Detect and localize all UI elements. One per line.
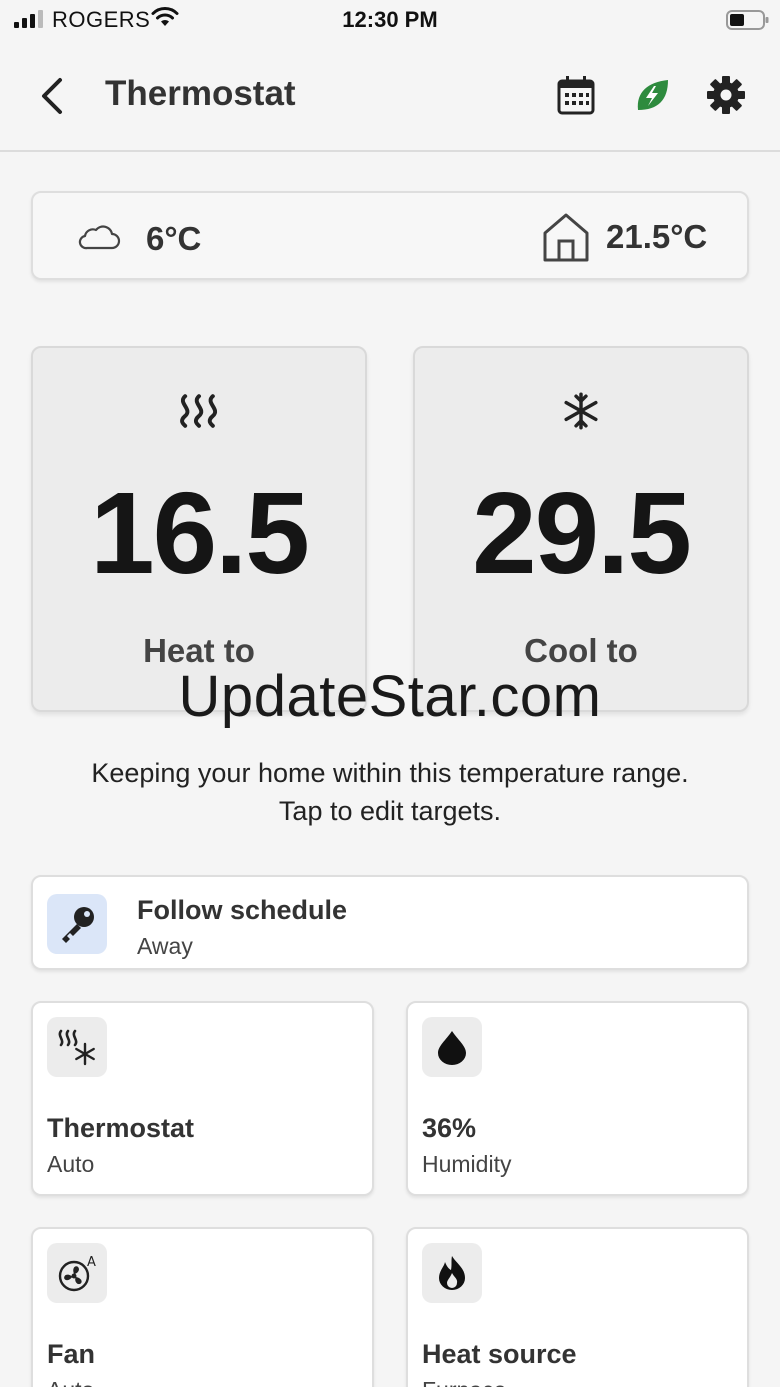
key-icon — [62, 907, 94, 943]
page-title: Thermostat — [105, 74, 296, 113]
humidity-tile[interactable]: 36% Humidity — [406, 1001, 749, 1196]
heat-source-tile[interactable]: Heat source Furnace — [406, 1227, 749, 1387]
cloud-icon — [78, 225, 121, 250]
tile-title: Fan — [47, 1339, 96, 1369]
battery-icon — [726, 10, 769, 30]
eco-leaf-icon[interactable] — [632, 74, 672, 116]
heat-setpoint-value: 16.5 — [90, 468, 310, 598]
fan-auto-icon: A — [58, 1255, 96, 1292]
range-note-line1: Keeping your home within this temperatur… — [91, 758, 689, 788]
gear-icon[interactable] — [706, 74, 746, 116]
calendar-icon[interactable] — [556, 74, 596, 116]
thermostat-mode-tile[interactable]: Thermostat Auto — [31, 1001, 374, 1196]
app-header: Thermostat — [0, 40, 780, 152]
droplet-icon — [438, 1031, 466, 1065]
tile-title: Heat source — [422, 1339, 577, 1369]
tile-subtitle: Humidity — [422, 1151, 512, 1177]
tile-subtitle: Furnace — [422, 1377, 506, 1387]
tile-title: 36% — [422, 1113, 477, 1143]
outdoor-temperature: 6°C — [146, 220, 202, 257]
heat-cool-icon — [58, 1029, 95, 1066]
schedule-title: Follow schedule — [137, 895, 348, 925]
back-chevron-icon[interactable] — [36, 74, 72, 118]
house-icon — [543, 213, 589, 262]
indoor-temperature: 21.5°C — [606, 218, 708, 255]
fan-tile[interactable]: A Fan Auto — [31, 1227, 374, 1387]
status-bar: ROGERS 12:30 PM — [0, 0, 780, 40]
snowflake-icon — [564, 392, 598, 430]
tile-subtitle: Auto — [47, 1377, 94, 1387]
watermark-text: UpdateStar.com — [178, 664, 602, 729]
droplet-icon-tile — [422, 1017, 482, 1077]
flame-icon-tile — [422, 1243, 482, 1303]
cool-setpoint-card[interactable]: 29.5 Cool to — [413, 346, 749, 712]
range-note-line2: Tap to edit targets. — [278, 796, 502, 826]
range-note[interactable]: Keeping your home within this temperatur… — [0, 754, 780, 830]
fan-icon-tile: A — [47, 1243, 107, 1303]
heat-waves-icon — [180, 394, 218, 428]
schedule-subtitle: Away — [137, 933, 193, 959]
svg-text:A: A — [87, 1255, 96, 1270]
follow-schedule-card[interactable]: Follow schedule Away — [31, 875, 749, 970]
heat-setpoint-card[interactable]: 16.5 Heat to — [31, 346, 367, 712]
tile-subtitle: Auto — [47, 1151, 95, 1177]
tile-title: Thermostat — [47, 1113, 195, 1143]
status-time: 12:30 PM — [342, 7, 438, 32]
heat-cool-icon-tile — [47, 1017, 107, 1077]
key-icon-tile — [47, 894, 107, 954]
weather-card: 6°C 21.5°C — [31, 191, 749, 280]
cool-setpoint-value: 29.5 — [472, 468, 692, 598]
flame-icon — [439, 1256, 465, 1290]
